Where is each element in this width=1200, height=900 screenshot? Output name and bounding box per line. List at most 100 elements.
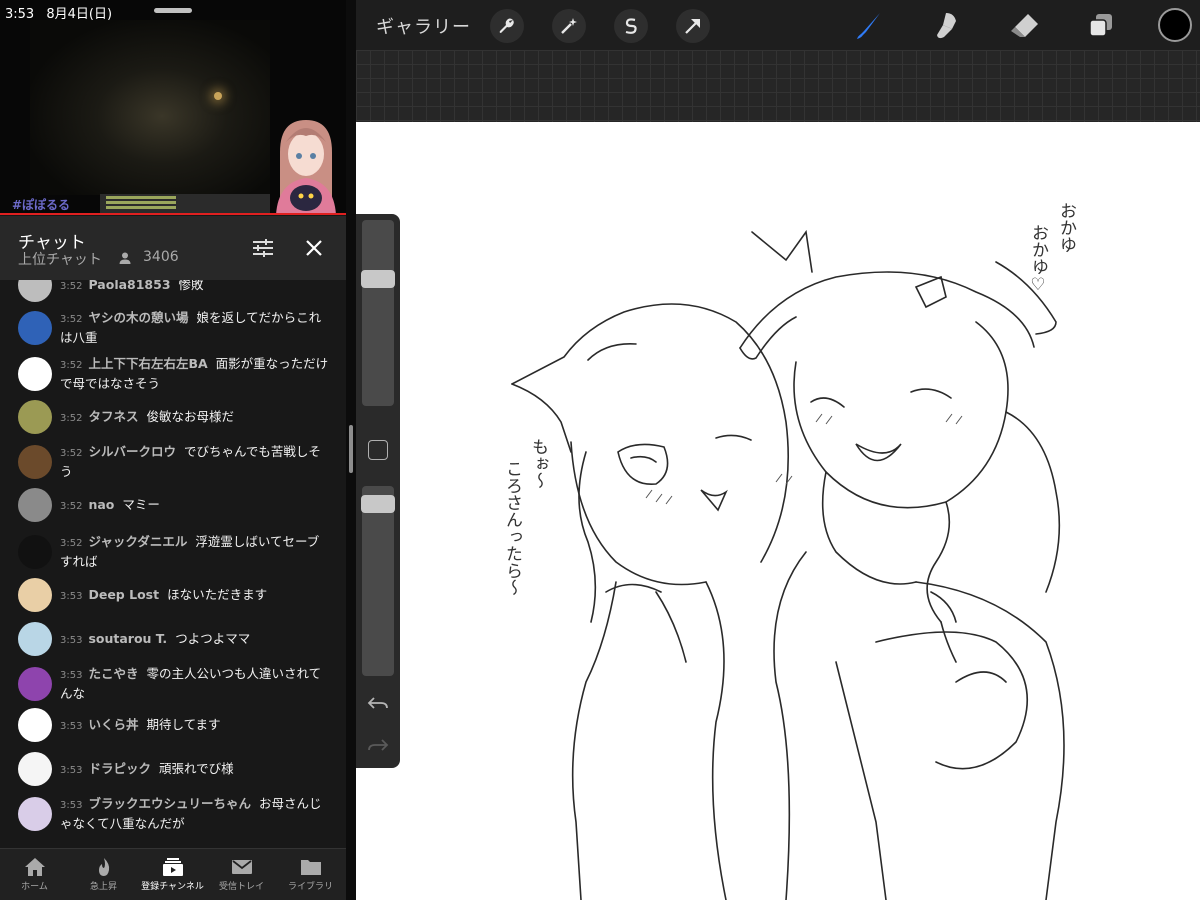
chat-message[interactable]: 3:53 たこやき 零の主人公いつも人違いされてんな (0, 664, 346, 704)
undo-icon[interactable] (366, 694, 390, 714)
modify-button[interactable] (368, 440, 388, 460)
nav-home[interactable]: ホーム (0, 849, 69, 900)
message-time: 3:52 (60, 448, 83, 459)
message-author[interactable]: ドラピック (88, 761, 151, 776)
status-date: 8月4日(日) (46, 7, 113, 22)
nav-inbox[interactable]: 受信トレイ (207, 849, 276, 900)
video-player[interactable]: #ぽぽるる (0, 0, 346, 215)
avatar[interactable] (18, 622, 52, 656)
avatar[interactable] (18, 708, 52, 742)
layers-button[interactable] (1084, 9, 1118, 43)
video-overlay-chat (100, 194, 270, 214)
brush-button[interactable] (852, 9, 886, 43)
split-view-handle[interactable] (349, 425, 353, 473)
adjustments-button[interactable] (552, 9, 586, 43)
avatar[interactable] (18, 400, 52, 434)
nav-library-label: ライブラリ (287, 882, 333, 892)
layers-icon (1089, 14, 1112, 37)
avatar[interactable] (18, 578, 52, 612)
status-time: 3:53 (5, 7, 35, 22)
chat-message-body: 3:52 ジャックダニエル 浮遊霊しばいてセーブすれば (60, 533, 330, 571)
transform-button[interactable] (676, 9, 710, 43)
gallery-button[interactable]: ギャラリー (376, 13, 471, 39)
message-author[interactable]: ジャックダニエル (88, 534, 187, 549)
flame-icon (98, 858, 109, 876)
message-author[interactable]: 上上下下右左右左BA (88, 356, 207, 371)
brush-size-thumb[interactable] (361, 270, 395, 288)
opacity-thumb[interactable] (361, 495, 395, 513)
video-lamp (214, 92, 222, 100)
avatar[interactable] (18, 357, 52, 391)
nav-subscriptions[interactable]: 登録チャンネル (138, 849, 207, 900)
chat-message[interactable]: 3:53 いくら丼 期待してます (0, 708, 346, 742)
library-icon (300, 860, 321, 875)
multitasking-pill[interactable] (154, 8, 192, 13)
chat-message[interactable]: 3:52 ジャックダニエル 浮遊霊しばいてセーブすれば (0, 532, 346, 572)
chat-message[interactable]: 3:52 タフネス 俊敏なお母様だ (0, 400, 346, 434)
message-author[interactable]: soutarou T. (88, 631, 167, 646)
message-time: 3:52 (60, 314, 83, 325)
chat-message-list[interactable]: 3:52 Paola81853 惨敗 3:52 ヤシの木の憩い場 娘を返してだからこれは八… (0, 280, 346, 848)
chat-message-body: 3:52 タフネス 俊敏なお母様だ (60, 408, 330, 428)
selection-button[interactable] (614, 9, 648, 43)
avatar[interactable] (18, 280, 52, 302)
chat-message[interactable]: 3:52 ヤシの木の憩い場 娘を返してだからこれは八重 (0, 308, 346, 348)
handwritten-note-4: ころさんったら～ (502, 460, 522, 596)
selection-icon (625, 18, 637, 34)
eraser-button[interactable] (1008, 9, 1042, 43)
avatar[interactable] (18, 797, 52, 831)
chat-message-body: 3:52 シルバークロウ でびちゃんでも苦戦しそう (60, 443, 330, 481)
chat-message[interactable]: 3:53 ブラックエウシュリーちゃん お母さんじゃなくて八重なんだが (0, 794, 346, 834)
smudge-button[interactable] (930, 9, 964, 43)
message-time: 3:53 (60, 721, 83, 732)
filter-settings-icon[interactable] (252, 238, 274, 258)
close-icon[interactable] (303, 237, 325, 259)
message-author[interactable]: タフネス (88, 409, 138, 424)
chat-message[interactable]: 3:53 Deep Lost ほないただきます (0, 578, 346, 612)
message-author[interactable]: nao (88, 497, 114, 512)
color-picker-button[interactable] (1158, 8, 1192, 42)
nav-trending[interactable]: 急上昇 (69, 849, 138, 900)
chat-message-body: 3:52 ヤシの木の憩い場 娘を返してだからこれは八重 (60, 309, 330, 347)
chat-message-body: 3:53 soutarou T. つよつよママ (60, 630, 330, 650)
brush-size-slider[interactable] (361, 220, 395, 406)
procreate-sidebar (356, 214, 400, 768)
message-author[interactable]: ヤシの木の憩い場 (88, 310, 188, 325)
chat-message[interactable]: 3:53 ドラピック 頑張れでび様 (0, 752, 346, 786)
avatar[interactable] (18, 667, 52, 701)
drawing-canvas[interactable]: おかゆ おかゆ♡ もぉ～ ころさんったら～ (356, 122, 1200, 900)
youtube-pane: #ぽぽるる 3:53 8月4日(日) チャット 上位チャット 3406 3:52… (0, 0, 346, 900)
nav-library[interactable]: ライブラリ (276, 849, 345, 900)
message-author[interactable]: シルバークロウ (88, 444, 176, 459)
chat-message[interactable]: 3:52 シルバークロウ でびちゃんでも苦戦しそう (0, 442, 346, 482)
actions-button[interactable] (490, 9, 524, 43)
chat-message[interactable]: 3:52 nao マミー (0, 488, 346, 522)
opacity-slider[interactable] (361, 486, 395, 676)
message-time: 3:53 (60, 800, 83, 811)
chat-message[interactable]: 3:52 上上下下右左右左BA 面影が重なっただけで母ではなさそう (0, 354, 346, 394)
message-author[interactable]: Deep Lost (88, 587, 159, 602)
redo-icon[interactable] (366, 736, 390, 756)
handwritten-note-1: おかゆ (1056, 202, 1076, 253)
message-author[interactable]: たこやき (88, 666, 138, 681)
chat-mode-selector[interactable]: 上位チャット (18, 249, 102, 269)
canvas-grid-background (356, 50, 1200, 122)
avatar[interactable] (18, 311, 52, 345)
message-author[interactable]: いくら丼 (88, 717, 138, 732)
message-author[interactable]: Paola81853 (88, 280, 170, 292)
chat-message[interactable]: 3:52 Paola81853 惨敗 (0, 280, 346, 302)
avatar[interactable] (18, 535, 52, 569)
message-text: 頑張れでび様 (158, 761, 234, 776)
home-icon (24, 858, 45, 876)
streamer-avatar (276, 120, 336, 215)
avatar[interactable] (18, 445, 52, 479)
avatar[interactable] (18, 752, 52, 786)
chat-header: チャット 上位チャット 3406 (0, 216, 346, 280)
avatar[interactable] (18, 488, 52, 522)
message-time: 3:52 (60, 501, 83, 512)
chat-message-body: 3:52 nao マミー (60, 496, 330, 516)
message-author[interactable]: ブラックエウシュリーちゃん (88, 796, 251, 811)
handwritten-note-2: おかゆ♡ (1028, 224, 1048, 295)
chat-message[interactable]: 3:53 soutarou T. つよつよママ (0, 622, 346, 656)
magic-wand-icon (561, 18, 577, 34)
